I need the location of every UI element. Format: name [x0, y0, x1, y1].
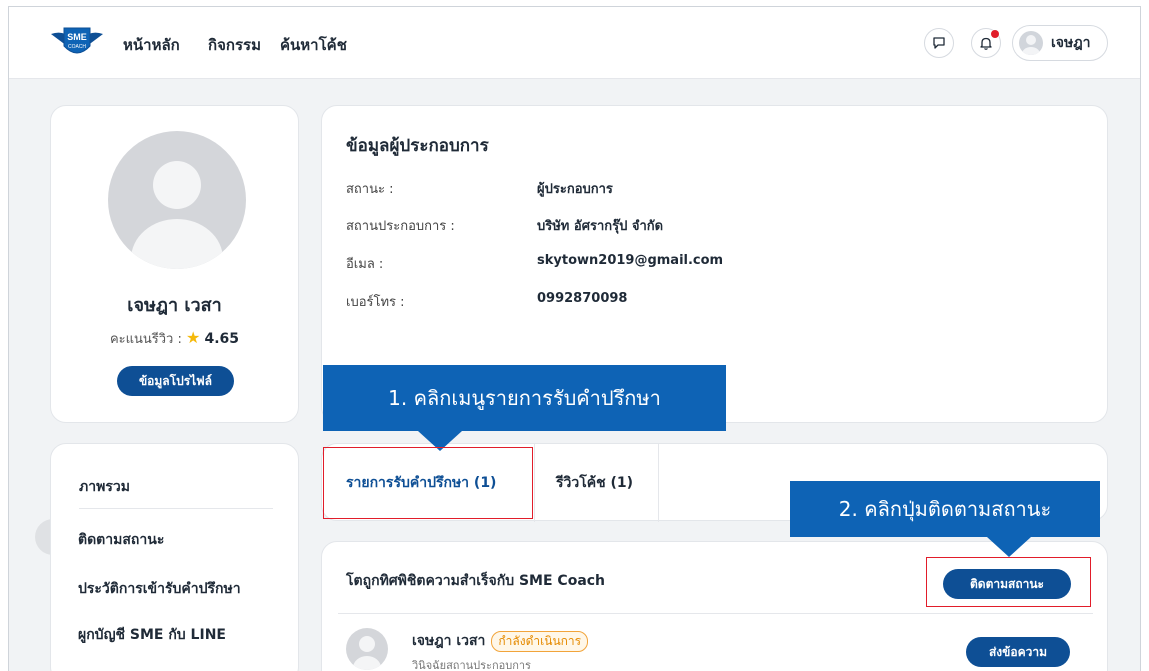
app-window: SME COACH หน้าหลัก กิจกรรม ค้นหาโค้ช เจษ… — [8, 6, 1141, 671]
step2-callout-arrow — [987, 537, 1031, 557]
svg-text:SME: SME — [67, 32, 87, 42]
status-badge: กำลังดำเนินการ — [491, 631, 589, 652]
svg-text:COACH: COACH — [68, 44, 86, 50]
rating-label: คะแนนรีวิว : — [109, 332, 182, 347]
info-label-status: สถานะ : — [346, 182, 394, 197]
menu-item-overview[interactable]: ภาพรวม — [79, 476, 130, 498]
rating-value: 4.65 — [204, 331, 240, 347]
info-value-phone: 0992870098 — [537, 291, 628, 306]
info-value-email: skytown2019@gmail.com — [537, 253, 724, 268]
info-title: ข้อมูลผู้ประกอบการ — [346, 136, 489, 156]
coach-name: เจษฎา เวสา — [412, 633, 486, 649]
tab-highlight-box — [323, 447, 533, 519]
info-label-business: สถานประกอบการ : — [346, 219, 455, 234]
consultation-title: โตถูกทิศพิชิตความสำเร็จกับ SME Coach — [346, 573, 606, 589]
menu-item-history[interactable]: ประวัติการเข้ารับคำปรึกษา — [78, 578, 241, 600]
nav-activities-link[interactable]: กิจกรรม — [208, 33, 261, 57]
menu-item-track-status[interactable]: ติดตามสถานะ — [78, 529, 164, 551]
user-silhouette-icon — [131, 161, 223, 269]
step1-callout: 1. คลิกเมนูรายการรับคำปรึกษา — [323, 365, 726, 431]
tab-separator — [658, 444, 659, 522]
user-silhouette-icon — [353, 636, 381, 670]
user-silhouette-icon — [1022, 35, 1040, 55]
top-navbar: SME COACH หน้าหลัก กิจกรรม ค้นหาโค้ช เจษ… — [9, 7, 1140, 79]
menu-divider — [79, 508, 273, 509]
user-menu-button[interactable]: เจษฎา — [1012, 25, 1108, 61]
star-icon: ★ — [186, 328, 201, 347]
notification-dot — [991, 30, 999, 38]
profile-name: เจษฎา เวสา — [127, 295, 222, 316]
info-label-email: อีเมล : — [346, 257, 384, 272]
notification-button[interactable] — [971, 28, 1001, 58]
profile-avatar — [108, 131, 246, 269]
bell-icon — [980, 37, 992, 50]
profile-card: เจษฎา เวสา คะแนนรีวิว : ★ 4.65 ข้อมูลโปร… — [50, 105, 299, 423]
coach-name-row: เจษฎา เวสา กำลังดำเนินการ — [412, 630, 589, 652]
info-value-status: ผู้ประกอบการ — [537, 182, 613, 197]
send-message-button[interactable]: ส่งข้อความ — [966, 637, 1070, 667]
profile-info-button[interactable]: ข้อมูลโปรไฟล์ — [117, 366, 234, 396]
user-avatar — [1019, 31, 1043, 55]
nav-find-coach-link[interactable]: ค้นหาโค้ช — [280, 33, 347, 57]
user-name: เจษฎา — [1051, 35, 1091, 51]
consultation-divider — [338, 613, 1093, 614]
rating: คะแนนรีวิว : ★ 4.65 — [51, 328, 298, 349]
tab-separator — [534, 444, 535, 522]
chat-icon — [933, 37, 945, 49]
menu-item-link-line[interactable]: ผูกบัญชี SME กับ LINE — [78, 624, 226, 646]
tab-coach-reviews[interactable]: รีวิวโค้ช (1) — [556, 444, 633, 522]
nav-home-link[interactable]: หน้าหลัก — [123, 33, 180, 57]
track-button-highlight-box — [926, 557, 1091, 607]
sme-coach-logo[interactable]: SME COACH — [49, 24, 105, 62]
coach-avatar — [346, 628, 388, 670]
step2-callout: 2. คลิกปุ่มติดตามสถานะ — [790, 481, 1100, 537]
consultation-subtitle: วินิจฉัยสถานประกอบการ — [412, 659, 531, 671]
chat-button[interactable] — [924, 28, 954, 58]
info-label-phone: เบอร์โทร : — [346, 295, 405, 310]
info-value-business: บริษัท อัศรากรุ๊ป จำกัด — [537, 219, 664, 234]
